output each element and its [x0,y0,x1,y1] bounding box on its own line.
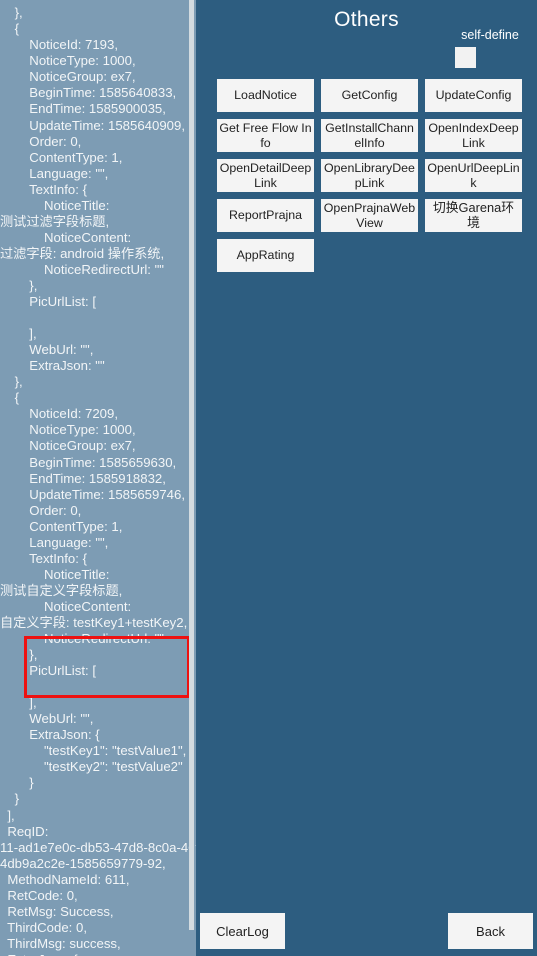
open-index-deep-link-button[interactable]: OpenIndexDeepLink [425,119,522,152]
open-prajna-web-view-button[interactable]: OpenPrajnaWebView [321,199,418,232]
report-prajna-button[interactable]: ReportPrajna [217,199,314,232]
update-config-button[interactable]: UpdateConfig [425,79,522,112]
get-config-button[interactable]: GetConfig [321,79,418,112]
self-define-label: self-define [461,28,519,42]
get-install-channel-info-button[interactable]: GetInstallChannelInfo [321,119,418,152]
load-notice-button[interactable]: LoadNotice [217,79,314,112]
clear-log-button[interactable]: ClearLog [200,913,285,949]
log-output-panel[interactable]: }, { NoticeId: 7193, NoticeType: 1000, N… [0,0,196,956]
open-detail-deep-link-button[interactable]: OpenDetailDeepLink [217,159,314,192]
control-panel: Others self-define LoadNotice GetConfig Up… [196,0,537,956]
bottom-bar: ClearLog Back [196,913,537,949]
app-root: }, { NoticeId: 7193, NoticeType: 1000, N… [0,0,537,956]
app-rating-button[interactable]: AppRating [217,239,314,272]
action-button-grid: LoadNotice GetConfig UpdateConfig Get Free … [217,79,529,279]
switch-garena-environment-button[interactable]: 切换Garena环境 [425,199,522,232]
open-library-deep-link-button[interactable]: OpenLibraryDeepLink [321,159,418,192]
log-scrollbar-thumb[interactable] [189,0,194,930]
open-url-deep-link-button[interactable]: OpenUrlDeepLink [425,159,522,192]
get-free-flow-info-button[interactable]: Get Free Flow Info [217,119,314,152]
back-button[interactable]: Back [448,913,533,949]
log-scrollbar-track[interactable] [189,0,195,956]
self-define-group: self-define [453,28,527,68]
self-define-checkbox[interactable] [455,47,476,68]
log-text: }, { NoticeId: 7193, NoticeType: 1000, N… [0,5,196,956]
